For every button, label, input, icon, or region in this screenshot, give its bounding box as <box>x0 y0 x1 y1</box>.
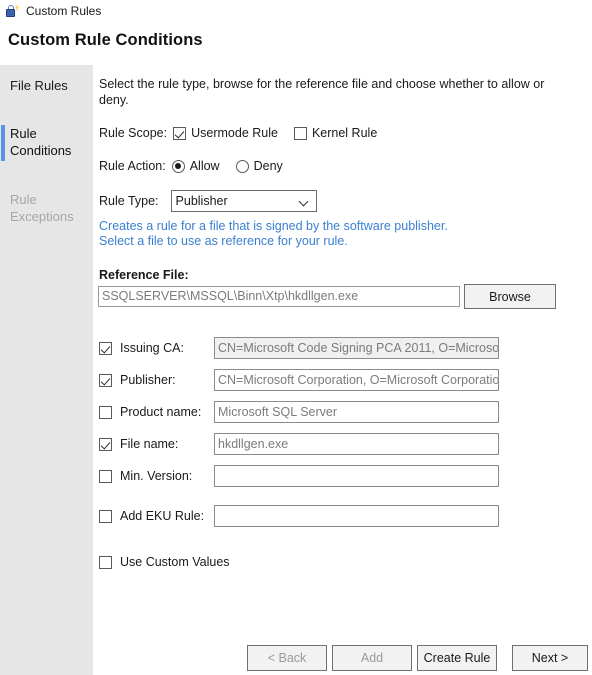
input-min-version[interactable] <box>214 465 499 487</box>
rule-type-description-line1: Creates a rule for a file that is signed… <box>99 219 448 233</box>
main-content: Select the rule type, browse for the ref… <box>93 65 592 675</box>
wizard-footer: < Back Add Create Rule Next > <box>0 645 592 671</box>
rule-scope-label: Rule Scope: <box>99 126 168 140</box>
rule-type-description: Creates a rule for a file that is signed… <box>99 219 559 249</box>
condition-label-issuing-ca: Issuing CA: <box>120 341 184 355</box>
title-bar: Custom Rules <box>0 0 592 22</box>
window-title: Custom Rules <box>26 4 102 18</box>
reference-file-input[interactable]: SSQLSERVER\MSSQL\Binn\Xtp\hkdllgen.exe <box>98 286 460 307</box>
checkbox-min-version[interactable] <box>99 469 112 483</box>
sidebar-item-label: File Rules <box>10 78 68 93</box>
condition-row-product-name: Product name: Microsoft SQL Server <box>99 401 591 423</box>
condition-row-add-eku-rule: Add EKU Rule: <box>99 505 591 527</box>
checkbox-product-name[interactable] <box>99 405 112 419</box>
create-rule-button[interactable]: Create Rule <box>417 645 497 671</box>
back-button[interactable]: < Back <box>247 645 327 671</box>
condition-row-publisher: Publisher: CN=Microsoft Corporation, O=M… <box>99 369 591 391</box>
checkbox-usermode-rule-label: Usermode Rule <box>191 126 278 140</box>
checkbox-usermode-rule[interactable] <box>173 126 187 140</box>
radio-allow[interactable] <box>171 159 185 173</box>
checkbox-issuing-ca[interactable] <box>99 341 112 355</box>
checkbox-publisher[interactable] <box>99 373 112 387</box>
condition-row-min-version: Min. Version: <box>99 465 591 487</box>
condition-row-file-name: File name: hkdllgen.exe <box>99 433 591 455</box>
page-title: Custom Rule Conditions <box>8 31 203 49</box>
rule-type-row: Rule Type: Publisher <box>99 190 317 212</box>
checkbox-kernel-rule-label: Kernel Rule <box>311 126 378 140</box>
rule-type-description-line2: Select a file to use as reference for yo… <box>99 234 348 248</box>
browse-button[interactable]: Browse <box>464 284 556 309</box>
chevron-down-icon <box>300 198 308 203</box>
rule-type-select[interactable]: Publisher <box>170 190 317 212</box>
checkbox-file-name[interactable] <box>99 437 112 451</box>
sidebar-item-rule-exceptions: Rule Exceptions <box>0 191 93 225</box>
radio-deny-label: Deny <box>253 159 283 173</box>
condition-label-min-version: Min. Version: <box>120 469 193 483</box>
sidebar-item-label: Rule Conditions <box>10 126 72 158</box>
checkbox-use-custom-values[interactable] <box>99 555 112 569</box>
sidebar-item-rule-conditions[interactable]: Rule Conditions <box>0 125 93 161</box>
add-button[interactable]: Add <box>332 645 412 671</box>
radio-allow-label: Allow <box>189 159 220 173</box>
rule-type-selected-value: Publisher <box>175 194 228 208</box>
sidebar-item-file-rules[interactable]: File Rules <box>0 77 93 94</box>
input-issuing-ca[interactable]: CN=Microsoft Code Signing PCA 2011, O=Mi… <box>214 337 499 359</box>
input-add-eku-rule[interactable] <box>214 505 499 527</box>
condition-row-issuing-ca: Issuing CA: CN=Microsoft Code Signing PC… <box>99 337 591 359</box>
checkbox-kernel-rule[interactable] <box>293 126 307 140</box>
input-publisher[interactable]: CN=Microsoft Corporation, O=Microsoft Co… <box>214 369 499 391</box>
input-file-name[interactable]: hkdllgen.exe <box>214 433 499 455</box>
next-button[interactable]: Next > <box>512 645 588 671</box>
condition-label-file-name: File name: <box>120 437 179 451</box>
rule-scope-row: Rule Scope: Usermode Rule Kernel Rule <box>99 126 393 140</box>
rule-action-label: Rule Action: <box>99 159 166 173</box>
condition-label-product-name: Product name: <box>120 405 202 419</box>
use-custom-values-row: Use Custom Values <box>99 555 230 569</box>
condition-label-add-eku-rule: Add EKU Rule: <box>120 509 205 523</box>
rule-type-label: Rule Type: <box>99 194 159 208</box>
secure-rules-icon <box>4 3 20 19</box>
wizard-step-sidebar: File Rules Rule Conditions Rule Exceptio… <box>0 65 93 675</box>
reference-file-label: Reference File: <box>99 268 189 282</box>
checkbox-use-custom-values-label: Use Custom Values <box>120 555 230 569</box>
condition-label-publisher: Publisher: <box>120 373 176 387</box>
instruction-text: Select the rule type, browse for the ref… <box>99 77 545 107</box>
sidebar-item-label: Rule Exceptions <box>10 192 74 224</box>
radio-deny[interactable] <box>235 159 249 173</box>
checkbox-add-eku-rule[interactable] <box>99 509 112 523</box>
rule-action-row: Rule Action: Allow Deny <box>99 159 299 173</box>
input-product-name[interactable]: Microsoft SQL Server <box>214 401 499 423</box>
